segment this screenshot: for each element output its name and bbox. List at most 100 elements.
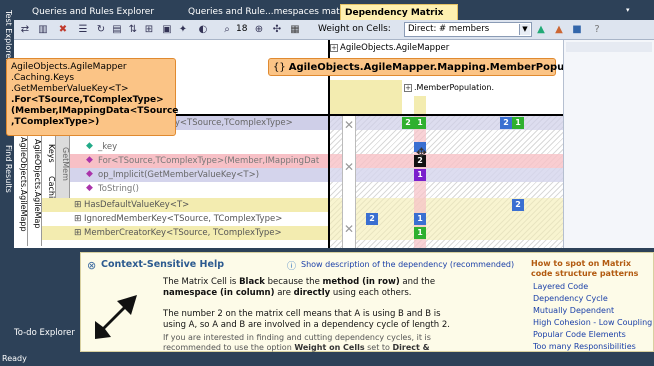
column-tooltip: {} AgileObjects.AgileMapper.Mapping.Membe… [268, 58, 597, 76]
camera-icon[interactable]: ▣ [160, 23, 174, 36]
row-group-2: AgileObjects.AgileMap [28, 126, 42, 246]
sort-icon[interactable]: ⇅ [126, 23, 140, 36]
ide-window: Test Explorer Find Results Queries and R… [0, 0, 654, 366]
help-text: method (in row) [322, 277, 400, 287]
column-band [330, 80, 402, 116]
column-header-top-label: AgileObjects.AgileMapper [340, 43, 450, 53]
pattern-link[interactable]: Layered Code [533, 281, 653, 293]
matrix-cell[interactable]: 1 [414, 169, 426, 181]
column-header-sub-label: .MemberPopulation. [414, 83, 495, 92]
column-header-sub[interactable]: + .MemberPopulation. [404, 82, 524, 94]
help-icon[interactable]: ? [590, 23, 604, 36]
column-header-top[interactable]: + AgileObjects.AgileMapper [330, 42, 563, 54]
remove-icon[interactable]: ✖ [56, 23, 70, 36]
pattern-link[interactable]: Popular Code Elements [533, 329, 653, 341]
zoom-level: 18 [236, 24, 248, 34]
expand-icon[interactable]: ⊞ [74, 200, 82, 210]
diagonal-cross-icon: ✕ [344, 160, 355, 174]
column-tooltip-text: AgileObjects.AgileMapper.Mapping.MemberP… [288, 62, 597, 73]
method-icon: ◆ [86, 183, 93, 193]
expand-icon[interactable]: ⊞ [74, 214, 82, 224]
find-results-tab[interactable]: Find Results [1, 140, 13, 198]
help-icon: ⊗ [87, 259, 97, 272]
tab-dependency-matrix[interactable]: Dependency Matrix ⇕ ✕ [340, 4, 458, 34]
column-band [414, 96, 426, 116]
document-tab-bar: Queries and Rules Explorer Queries and R… [14, 0, 654, 34]
pattern-link[interactable]: High Cohesion - Low Coupling [533, 317, 653, 329]
row-tooltip-line: .Caching.Keys [11, 73, 75, 83]
row-group-5-label: GetMem [61, 147, 70, 181]
help-text: Weight on Cells [294, 343, 365, 352]
blue-square-icon[interactable]: ■ [570, 23, 584, 36]
panel-header [566, 42, 652, 52]
row-group-1: AgileObjects.AgileMapp [14, 126, 28, 246]
row-tooltip-line: .For<TSource,TComplexType> [11, 95, 164, 105]
green-tree-icon[interactable]: ▲ [534, 23, 548, 36]
method-icon: ◆ [86, 155, 93, 165]
matrix-cell[interactable]: 2 [500, 117, 512, 129]
show-description-link[interactable]: Show description of the dependency (reco… [301, 260, 514, 269]
pattern-link[interactable]: Mutually Dependent [533, 305, 653, 317]
left-tool-strip: Test Explorer Find Results [0, 0, 14, 352]
help-text: Black [239, 277, 265, 287]
help-text: set to [364, 343, 393, 352]
chevron-down-icon[interactable]: ▼ [519, 24, 530, 35]
table-row[interactable]: _key [70, 140, 330, 154]
star-icon[interactable]: ✦ [176, 23, 190, 36]
row-label: HasDefaultValueKey<T> [84, 200, 190, 210]
orange-tree-icon[interactable]: ▲ [552, 23, 566, 36]
color-icon[interactable]: ◐ [196, 23, 210, 36]
bar-chart-icon[interactable]: ▥ [36, 23, 50, 36]
matrix-cell[interactable]: 1 [414, 227, 426, 239]
tab-queries-rules-namespaces[interactable]: Queries and Rule...mespaces mat [170, 4, 340, 20]
help-text: The Matrix Cell is [163, 277, 240, 287]
row-tooltip-line: AgileObjects.AgileMapper [11, 62, 127, 72]
row-tooltip-line: ,TComplexType>) [11, 117, 100, 127]
zoom-icon[interactable]: ⌕ [220, 23, 234, 36]
row-label: ToString() [98, 184, 139, 194]
rows-icon[interactable]: ☰ [76, 23, 90, 36]
pointer-icon[interactable]: ✣ [270, 23, 284, 36]
weight-on-cells-select[interactable]: Direct: # members ▼ [404, 22, 532, 37]
help-text: directly [293, 288, 331, 298]
diagonal-cross-icon: ✕ [344, 118, 355, 132]
matrix-cell[interactable]: 1 [414, 213, 426, 225]
expand-icon[interactable]: ⊞ [74, 228, 82, 238]
todo-explorer-tab[interactable]: To-do Explorer [14, 328, 75, 338]
highlight-rows [330, 198, 563, 240]
refresh-icon[interactable]: ↻ [94, 23, 108, 36]
todo-explorer-pane: To-do Explorer [0, 318, 80, 352]
patterns-title: How to spot on Matrix code structure pat… [531, 259, 639, 278]
matrix-cell[interactable]: 2 [512, 199, 524, 211]
namespace-icon: {} [273, 62, 286, 73]
matrix-cell[interactable]: 1 [414, 117, 426, 129]
highlight-row [330, 168, 563, 182]
expand-icon[interactable]: + [330, 43, 338, 52]
zoom-in-icon[interactable]: ⊕ [252, 23, 266, 36]
status-bar: Ready [0, 352, 654, 366]
highlight-row [330, 154, 563, 168]
dropdown-arrow-icon[interactable]: ▾ [626, 6, 634, 14]
table-row[interactable]: ToString() [70, 182, 330, 196]
expand-icon[interactable]: + [404, 83, 412, 92]
row-group-3-label: Keys [47, 143, 56, 163]
matrix-cell[interactable]: 1 [512, 117, 524, 129]
row-label: IgnoredMemberKey<TSource, TComplexType> [84, 214, 283, 224]
help-title: Context-Sensitive Help [101, 259, 225, 270]
matrix-cell[interactable]: 2 [366, 213, 378, 225]
row-tooltip: AgileObjects.AgileMapper .Caching.Keys .… [6, 58, 179, 136]
layout-icon[interactable]: ⇄ [18, 23, 32, 36]
highlight-row [330, 116, 563, 130]
columns-icon[interactable]: ▤ [110, 23, 124, 36]
help-text: are [274, 288, 294, 298]
row-group-2-label: AgileObjects.AgileMap [33, 139, 42, 229]
matrix-cell[interactable]: 2 [402, 117, 414, 129]
grid-icon[interactable]: ▦ [288, 23, 302, 36]
help-paragraph-2: The number 2 on the matrix cell means th… [163, 309, 450, 330]
field-icon: ◆ [86, 141, 93, 151]
row-tooltip-line: (Member,IMappingData<TSource [11, 106, 179, 116]
weight-on-cells-value: Direct: # members [408, 24, 490, 34]
pattern-link[interactable]: Dependency Cycle [533, 293, 653, 305]
tab-queries-rules-explorer[interactable]: Queries and Rules Explorer [14, 4, 164, 20]
split-icon[interactable]: ⊞ [142, 23, 156, 36]
